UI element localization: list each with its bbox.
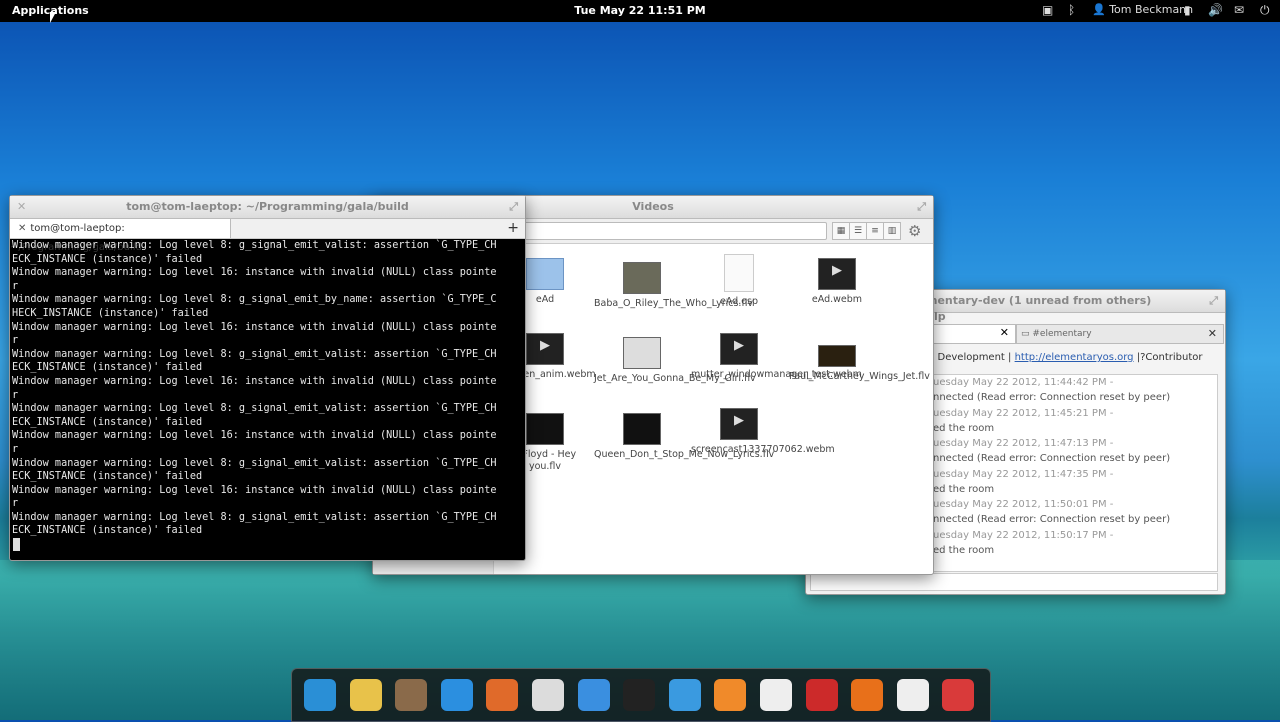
file-item[interactable]: Jet_Are_You_Gonna_Be_My_Girl.flv — [594, 337, 756, 385]
mail-indicator-icon[interactable]: ✉ — [1234, 3, 1244, 17]
contacts-icon[interactable] — [395, 679, 428, 711]
gear-icon[interactable]: ⚙ — [908, 222, 921, 240]
tab-elementary[interactable]: ▭ #elementary ✕ — [1016, 324, 1224, 344]
folder-icon — [526, 258, 564, 290]
file-name: eAd.osp — [719, 296, 759, 307]
video-icon — [818, 258, 856, 290]
terminal-icon[interactable] — [623, 679, 656, 711]
video-thumbnail-icon — [623, 413, 661, 445]
video-thumbnail-icon — [526, 413, 564, 445]
firefox-icon[interactable] — [851, 679, 884, 711]
terminal-titlebar[interactable]: ✕ tom@tom-laeptop: ~/Programming/gala/bu… — [10, 196, 525, 219]
location-bar[interactable] — [523, 222, 827, 240]
terminal-cursor — [13, 538, 20, 551]
topic-text: p Development | — [928, 352, 1012, 363]
file-item[interactable]: screencast1337707062.webm — [691, 408, 835, 456]
maximize-icon[interactable]: ⤢ — [1209, 290, 1218, 312]
chat-title: mentary-dev (1 unread from others) — [926, 294, 1152, 307]
postler-icon[interactable] — [668, 679, 701, 711]
top-panel: Tue May 22 11:51 PM Applications ▣ ᛒ 👤 T… — [0, 0, 1280, 22]
bluetooth-icon[interactable]: ᛒ — [1068, 3, 1075, 17]
log-message: ed the room — [933, 483, 995, 495]
video-thumbnail-icon — [623, 337, 661, 369]
file-name: eAd.webm — [811, 294, 863, 305]
volume-icon[interactable]: 🔊 — [1208, 3, 1223, 17]
file-name: Paul_McCartney_Wings_Jet.flv — [789, 371, 930, 382]
clock-icon[interactable] — [896, 679, 929, 711]
video-thumbnail-icon — [623, 262, 661, 294]
video-icon — [720, 333, 758, 365]
compact-view-button[interactable]: ≡ — [866, 222, 884, 240]
video-icon — [526, 333, 564, 365]
close-icon[interactable]: ✕ — [1208, 325, 1217, 343]
maximize-icon[interactable]: ⤢ — [509, 196, 518, 218]
downloads-icon[interactable] — [577, 679, 610, 711]
text-editor-icon[interactable] — [760, 679, 792, 711]
close-icon[interactable]: ✕ — [1000, 326, 1009, 339]
log-timestamp: uesday May 22 2012, 11:47:35 PM - — [933, 468, 1114, 480]
terminal-tabbar: ✕ tom@tom-laeptop: ~/Programming/gala/bui… — [10, 219, 525, 253]
log-timestamp: uesday May 22 2012, 11:44:42 PM - — [933, 377, 1114, 388]
user-menu[interactable]: 👤 Tom Beckmann — [1092, 3, 1193, 16]
document-icon — [724, 254, 754, 292]
switchboard-icon[interactable] — [532, 679, 564, 711]
file-name: screencast1337707062.webm — [691, 444, 835, 455]
maximize-icon[interactable]: ⤢ — [917, 196, 926, 218]
log-timestamp: uesday May 22 2012, 11:50:01 PM - — [933, 499, 1114, 510]
chat-subtitle: lp — [934, 310, 946, 323]
user-name: Tom Beckmann — [1109, 3, 1194, 16]
file-item[interactable]: mutter_windowmanager_test.webm — [691, 333, 862, 381]
target-icon[interactable] — [942, 679, 975, 711]
terminal-window: ✕ tom@tom-laeptop: ~/Programming/gala/bu… — [9, 195, 526, 561]
terminal-output[interactable]: Window manager warning: Log level 8: g_s… — [12, 239, 497, 538]
topic-link[interactable]: http://elementaryos.org — [1015, 352, 1134, 363]
log-message: ed the room — [933, 422, 995, 434]
list-view-button[interactable]: ☰ — [849, 222, 867, 240]
mail-icon[interactable] — [349, 679, 382, 711]
file-item[interactable]: Queen_Don_t_Stop_Me_Now_Lyrics.flv — [594, 413, 774, 461]
battery-icon[interactable]: ▮ — [1184, 3, 1191, 17]
power-icon[interactable]: ⏻ — [1260, 3, 1270, 18]
log-message: nnected (Read error: Connection reset by… — [933, 392, 1171, 403]
column-view-button[interactable]: ▥ — [883, 222, 901, 240]
video-icon — [720, 408, 758, 440]
mouse-cursor-icon — [50, 12, 56, 23]
video-thumbnail-icon — [818, 345, 856, 367]
dock — [291, 668, 991, 722]
close-icon[interactable]: ✕ — [18, 223, 26, 234]
user-icon: 👤 — [1092, 3, 1110, 16]
log-message: nnected (Read error: Connection reset by… — [933, 453, 1171, 464]
photos-icon[interactable] — [486, 679, 519, 711]
log-timestamp: uesday May 22 2012, 11:50:17 PM - — [933, 529, 1114, 541]
terminal-title: tom@tom-laeptop: ~/Programming/gala/buil… — [126, 200, 409, 213]
notifications-icon[interactable]: ▣ — [1042, 3, 1053, 17]
log-timestamp: uesday May 22 2012, 11:47:13 PM - — [933, 438, 1114, 449]
new-tab-button[interactable]: + — [507, 219, 519, 238]
presentation-icon[interactable] — [805, 679, 838, 711]
icon-view-button[interactable]: ▦ — [832, 222, 850, 240]
music-icon[interactable] — [714, 679, 747, 711]
file-name: eAd — [535, 294, 555, 305]
chat-bubble-icon: ▭ — [1021, 329, 1030, 339]
file-item[interactable]: eAd.osp — [691, 254, 787, 308]
midori-browser-icon[interactable] — [304, 679, 336, 711]
log-message: nnected (Read error: Connection reset by… — [933, 514, 1171, 525]
chat-message-input[interactable] — [810, 573, 1218, 591]
files-title: Videos — [632, 200, 674, 213]
file-item[interactable]: Baba_O_Riley_The_Who_Lyrics.flv — [594, 262, 753, 310]
chat-icon[interactable] — [440, 679, 473, 711]
file-item[interactable]: eAd.webm — [789, 258, 885, 306]
close-icon[interactable]: ✕ — [17, 196, 26, 218]
terminal-tab[interactable]: ✕ tom@tom-laeptop: ~/Programming/gala/bui… — [10, 219, 231, 253]
log-timestamp: uesday May 22 2012, 11:45:21 PM - — [933, 407, 1114, 419]
file-item[interactable]: Paul_McCartney_Wings_Jet.flv — [789, 345, 930, 383]
log-message: ed the room — [933, 544, 995, 556]
tab-label: #elementary — [1032, 329, 1092, 339]
panel-clock[interactable]: Tue May 22 11:51 PM — [0, 4, 1280, 17]
